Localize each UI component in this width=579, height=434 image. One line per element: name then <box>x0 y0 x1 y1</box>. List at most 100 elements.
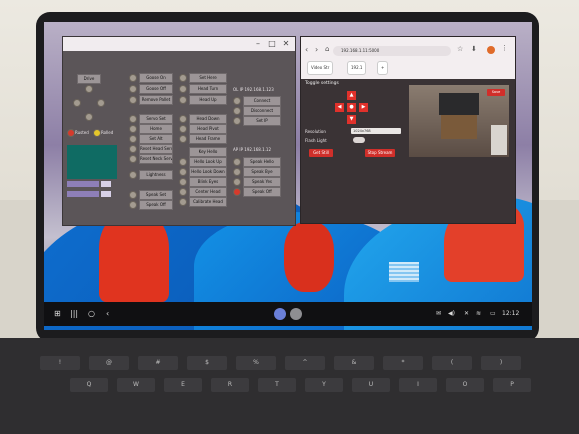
clock[interactable]: 12:12 <box>502 302 519 326</box>
key[interactable]: # <box>138 356 178 370</box>
slider-b-value[interactable] <box>101 191 111 197</box>
maximize-button[interactable]: □ <box>267 39 277 49</box>
back-arrow-icon[interactable]: ‹ <box>305 45 308 54</box>
head-turn-dot[interactable] <box>179 85 187 93</box>
left-dot[interactable] <box>73 99 81 107</box>
reset-neck-servo-button[interactable]: Reset Neck Servo <box>139 154 173 164</box>
connect-button[interactable]: Connect <box>243 96 281 106</box>
pad-left-button[interactable]: ◀ <box>335 103 344 112</box>
slider-a[interactable] <box>67 181 99 187</box>
head-frame-button[interactable]: Head Frame <box>189 134 227 144</box>
pad-center-button[interactable]: ● <box>347 103 356 112</box>
key[interactable]: R <box>211 378 249 392</box>
set-here-dot[interactable] <box>179 74 187 82</box>
apps-grid-icon[interactable]: ⊞ <box>54 302 61 326</box>
right-dot[interactable] <box>97 99 105 107</box>
key[interactable]: O <box>446 378 484 392</box>
speak-hello-dot[interactable] <box>233 158 241 166</box>
downloads-icon[interactable]: ⬇ <box>471 45 477 53</box>
home-icon[interactable]: ⌂ <box>325 45 329 53</box>
reset-head-servo-button[interactable]: Reset Head Servo <box>139 144 173 154</box>
key[interactable]: % <box>236 356 276 370</box>
profile-avatar[interactable] <box>487 46 495 54</box>
head-down-button[interactable]: Head Down <box>189 114 227 124</box>
key[interactable]: W <box>117 378 155 392</box>
recents-icon[interactable]: ||| <box>70 302 78 326</box>
pad-up-button[interactable]: ▲ <box>347 91 356 100</box>
head-pivot-button[interactable]: Head Pivot <box>189 124 227 134</box>
bookmark-icon[interactable]: ☆ <box>457 45 463 53</box>
camera-badge[interactable]: Save <box>487 89 505 96</box>
calibrate-dot[interactable] <box>179 198 187 206</box>
key[interactable]: & <box>334 356 374 370</box>
back-dot[interactable] <box>85 113 93 121</box>
speak-bye-button[interactable]: Speak Bye <box>243 167 281 177</box>
speak-set-dot[interactable] <box>129 191 137 199</box>
lightness-button[interactable]: Lightness <box>139 170 173 180</box>
home-dot[interactable] <box>129 125 137 133</box>
head-up-dot[interactable] <box>179 96 187 104</box>
key[interactable]: * <box>383 356 423 370</box>
head-pivot-dot[interactable] <box>179 125 187 133</box>
key[interactable]: ) <box>481 356 521 370</box>
key[interactable]: ( <box>432 356 472 370</box>
mute-icon[interactable]: ✕ <box>464 302 469 326</box>
center-dot[interactable] <box>179 188 187 196</box>
speak-hello-button[interactable]: Speak Hello <box>243 157 281 167</box>
key[interactable]: Y <box>305 378 343 392</box>
key[interactable]: T <box>258 378 296 392</box>
wifi-icon[interactable]: ≋ <box>476 302 481 326</box>
address-bar[interactable]: 192.168.1.11:5000 <box>333 46 451 56</box>
close-button[interactable]: ✕ <box>281 39 291 49</box>
app-icon[interactable] <box>274 308 286 320</box>
goose-off-dot[interactable] <box>129 85 137 93</box>
app-icon[interactable] <box>290 308 302 320</box>
head-down-dot[interactable] <box>179 115 187 123</box>
remove-pallet-dot[interactable] <box>129 96 137 104</box>
set-alt-button[interactable]: Set Alt <box>139 134 173 144</box>
key[interactable]: I <box>399 378 437 392</box>
stop-stream-button[interactable]: Stop Stream <box>365 149 395 157</box>
disconnect-button[interactable]: Disconnect <box>243 106 281 116</box>
speak-yes-button[interactable]: Speak Yes <box>243 177 281 187</box>
blink-dot[interactable] <box>179 178 187 186</box>
servo-set-dot[interactable] <box>129 115 137 123</box>
look-down-dot[interactable] <box>179 168 187 176</box>
slider-b[interactable] <box>67 191 99 197</box>
forward-dot[interactable] <box>85 85 93 93</box>
forward-arrow-icon[interactable]: › <box>315 45 318 54</box>
key[interactable]: Q <box>70 378 108 392</box>
set-ip-dot[interactable] <box>233 117 241 125</box>
flash-toggle[interactable] <box>353 137 365 143</box>
remove-pallet-button[interactable]: Remove Pallet <box>139 95 173 105</box>
speak-set-button[interactable]: Speak Set <box>139 190 173 200</box>
reset-head-dot[interactable] <box>129 145 137 153</box>
battery-icon[interactable]: ▭ <box>490 302 496 326</box>
head-turn-button[interactable]: Head Turn <box>189 84 227 94</box>
key[interactable]: $ <box>187 356 227 370</box>
red-toggle[interactable] <box>67 129 75 137</box>
slider-a-value[interactable] <box>101 181 111 187</box>
home-circle-icon[interactable]: ○ <box>88 302 95 326</box>
speak-off-red-dot[interactable] <box>233 188 241 196</box>
speak-off-button[interactable]: Speak Off <box>139 200 173 210</box>
goose-on-dot[interactable] <box>129 74 137 82</box>
lightness-dot[interactable] <box>129 171 137 179</box>
center-head-button[interactable]: Center Head <box>189 187 227 197</box>
key-hello-button[interactable]: Key Hello <box>189 147 227 157</box>
pad-down-button[interactable]: ▼ <box>347 115 356 124</box>
goose-on-button[interactable]: Goose On <box>139 73 173 83</box>
tab-video[interactable]: Video Str <box>307 61 334 75</box>
menu-icon[interactable]: ⋮ <box>501 44 508 52</box>
key[interactable]: U <box>352 378 390 392</box>
key[interactable]: @ <box>89 356 129 370</box>
drive-button[interactable]: Drive <box>77 74 101 84</box>
speak-off-dot[interactable] <box>129 201 137 209</box>
minimize-button[interactable]: – <box>253 39 263 49</box>
speak-off-ip-button[interactable]: Speak Off <box>243 187 281 197</box>
speak-bye-dot[interactable] <box>233 168 241 176</box>
speak-yes-dot[interactable] <box>233 178 241 186</box>
mail-icon[interactable]: ✉ <box>436 302 441 326</box>
calibrate-head-button[interactable]: Calibrate Head <box>189 197 227 207</box>
tab-ip[interactable]: 192.1 <box>347 61 367 75</box>
